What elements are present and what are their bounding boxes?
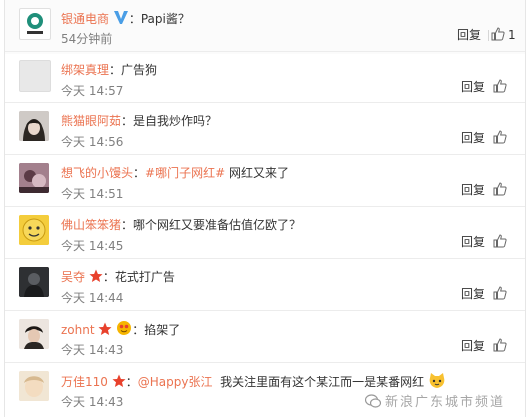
comment-time: 今天 14:43 [61,395,124,409]
thumb-up-icon [493,338,513,352]
comment-text: Papi酱？ [140,12,190,26]
comment-username[interactable]: 绑架真理 [61,63,109,77]
comment-item: 银通电商 ：Papi酱？ 54分钟前 回复 1 [5,0,525,54]
reply-button[interactable]: 回复 [457,28,481,42]
like-count: 1 [508,28,516,42]
comment-time: 今天 14:45 [61,239,124,253]
comment-colon: ： [133,166,146,180]
comment-text: 是自我炒作吗？ [133,114,218,128]
cat-emoji-icon [428,372,446,390]
comment-text: 花式打广告 [114,270,175,284]
comment-username[interactable]: 熊猫眼阿茹 [61,114,121,128]
comment-time: 今天 14:56 [61,135,124,149]
comment-colon: ： [121,218,134,232]
avatar[interactable] [19,371,49,401]
mention-link[interactable]: @Happy张江 [138,375,213,389]
red-star-icon [89,269,103,283]
comment-colon: ： [102,270,115,284]
avatar[interactable] [19,111,49,141]
comment-username[interactable]: 佛山笨笨猪 [61,218,121,232]
comment-username[interactable]: 万佳110 [61,375,108,389]
verified-v-icon [113,9,129,25]
avatar[interactable] [19,60,51,92]
thumb-up-icon [493,234,513,248]
comment-colon: ： [125,375,138,389]
comment-item: 绑架真理：广告狗 今天 14:57 回复 [5,51,525,105]
avatar[interactable] [19,319,49,349]
avatar[interactable] [19,8,51,40]
reply-button[interactable]: 回复 [461,131,485,145]
red-star-icon [98,322,112,336]
comment-text: 哪个网红又要准备估值亿欧了？ [133,218,302,232]
like-button[interactable] [493,234,513,250]
like-button[interactable] [493,130,513,146]
comment-colon: ： [132,323,145,337]
avatar[interactable] [19,215,49,245]
like-button[interactable] [493,182,513,198]
like-button[interactable] [493,338,513,354]
comment-item: 吴夺 ：花式打广告 今天 14:44 回复 [5,258,525,312]
comment-username[interactable]: 吴夺 [61,270,85,284]
reply-button[interactable]: 回复 [461,183,485,197]
comment-time: 今天 14:43 [61,343,124,357]
comment-username[interactable]: 想飞的小馒头 [61,166,133,180]
like-button[interactable] [493,286,513,302]
avatar[interactable] [19,267,49,297]
reply-button[interactable]: 回复 [461,235,485,249]
comment-time: 54分钟前 [61,32,113,46]
comment-text: 我关注里面有这个某江而一是某番网红 [220,375,425,389]
comment-colon: ： [121,114,134,128]
comment-item: 佛山笨笨猪：哪个网红又要准备估值亿欧了？ 今天 14:45 回复 [5,206,525,260]
avatar[interactable] [19,163,49,193]
thumb-up-icon [493,286,513,300]
thumb-up-icon [493,79,513,93]
comment-item: 熊猫眼阿茹：是自我炒作吗？ 今天 14:56 回复 [5,102,525,156]
comment-item: zohnt ：掐架了 今天 14:43 回复 [5,310,525,364]
comment-list: 银通电商 ：Papi酱？ 54分钟前 回复 1 绑架真理：广告狗 今天 14:5… [4,0,526,417]
comment-item: 想飞的小馒头：#哪门子网红# 网红又来了 今天 14:51 回复 [5,154,525,208]
comment-colon: ： [128,12,141,26]
comment-time: 今天 14:51 [61,187,124,201]
comment-username[interactable]: zohnt [61,323,95,337]
thumb-up-icon [493,130,513,144]
comment-text: 广告狗 [121,63,158,77]
comment-text: 掐架了 [144,323,181,337]
like-button[interactable] [493,79,513,95]
divider [488,30,489,41]
reply-button[interactable]: 回复 [461,80,485,94]
comment-time: 今天 14:44 [61,291,124,305]
like-button[interactable]: 1 [491,27,517,43]
comment-item: 万佳110 ：@Happy张江 我关注里面有这个某江而一是某番网红 今天 14:… [5,362,525,416]
thumb-up-icon [493,182,513,196]
emoji-icon [116,320,132,336]
hashtag-link[interactable]: #哪门子网红# [145,166,225,180]
comment-username[interactable]: 银通电商 [61,12,109,26]
comment-time: 今天 14:57 [61,84,124,98]
comment-text: 网红又来了 [228,166,289,180]
red-star-icon [112,374,126,388]
comment-colon: ： [109,63,122,77]
reply-button[interactable]: 回复 [461,287,485,301]
reply-button[interactable]: 回复 [461,339,485,353]
